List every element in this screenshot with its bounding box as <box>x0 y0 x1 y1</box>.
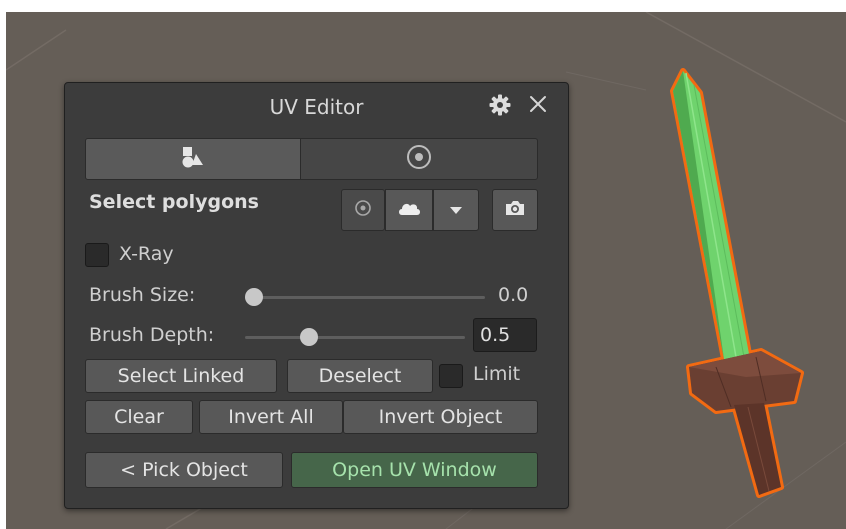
xray-checkbox[interactable] <box>85 243 109 267</box>
xray-label: X-Ray <box>119 243 174 265</box>
brush-depth-track <box>245 336 465 339</box>
invert-all-button[interactable]: Invert All <box>199 400 343 434</box>
screenshot-button[interactable] <box>492 189 538 231</box>
target-mode-button[interactable] <box>341 189 385 231</box>
brush-size-label: Brush Size: <box>89 284 196 306</box>
brush-size-slider[interactable] <box>245 287 487 309</box>
brush-depth-label: Brush Depth: <box>89 324 215 346</box>
mode-label: Select polygons <box>89 191 259 213</box>
uv-editor-panel: UV Editor Select polygons X-Ray Brush Si… <box>64 82 569 509</box>
dropdown-arrow-icon <box>448 199 464 221</box>
brush-size-track <box>245 296 485 299</box>
limit-checkbox[interactable] <box>439 364 463 388</box>
deselect-button[interactable]: Deselect <box>287 359 433 393</box>
clear-button[interactable]: Clear <box>85 400 193 434</box>
select-linked-button[interactable]: Select Linked <box>85 359 277 393</box>
brush-size-thumb[interactable] <box>245 288 263 306</box>
limit-label: Limit <box>473 363 521 385</box>
close-icon[interactable] <box>528 94 548 114</box>
tab-polygon-select[interactable] <box>85 138 301 180</box>
open-uv-window-button[interactable]: Open UV Window <box>291 452 538 488</box>
brush-size-value[interactable]: 0.0 <box>498 284 528 306</box>
brush-depth-field[interactable]: 0.5 <box>473 318 537 352</box>
dropdown-button[interactable] <box>433 189 479 231</box>
sword-model[interactable] <box>656 67 816 507</box>
shapes-icon <box>180 144 206 175</box>
brush-depth-slider[interactable] <box>245 327 467 349</box>
invert-object-button[interactable]: Invert Object <box>343 400 538 434</box>
target-icon <box>405 143 433 176</box>
cloud-mode-button[interactable] <box>385 189 433 231</box>
scene-viewport[interactable]: UV Editor Select polygons X-Ray Brush Si… <box>6 12 846 529</box>
tab-brush[interactable] <box>301 138 538 180</box>
brush-depth-thumb[interactable] <box>299 328 318 346</box>
camera-icon <box>504 199 526 222</box>
pick-object-button[interactable]: < Pick Object <box>85 452 283 488</box>
target-icon <box>353 198 373 223</box>
cloud-icon <box>397 199 421 222</box>
gear-icon[interactable] <box>488 93 512 117</box>
